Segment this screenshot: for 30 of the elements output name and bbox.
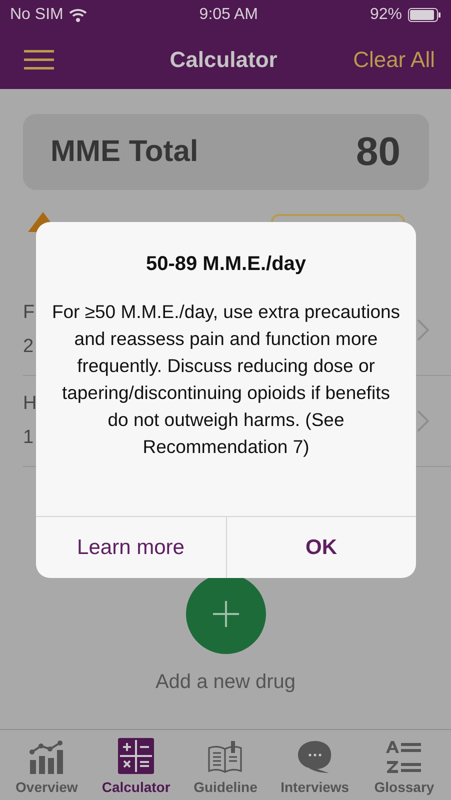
total-label: MME Total [50, 135, 198, 169]
battery-percent: 92% [370, 6, 402, 24]
dialog-title: 50-89 M.M.E./day [144, 253, 308, 276]
drug-name: H [23, 393, 37, 415]
clock-text: 9:05 AM [199, 6, 258, 24]
menu-icon[interactable] [24, 50, 54, 70]
total-value: 80 [356, 130, 400, 174]
tab[interactable]: Overview [2, 730, 91, 800]
carrier-text: No SIM [10, 6, 64, 24]
add-drug-label: Add a new drug [155, 671, 296, 694]
book-icon [207, 740, 244, 774]
chat-bubble-icon [296, 740, 333, 774]
battery-icon [408, 8, 441, 22]
tab[interactable]: Glossary [360, 730, 448, 800]
calculator-icon [118, 738, 154, 774]
plus-icon [212, 601, 238, 627]
chart-icon [28, 740, 65, 774]
dialog-message: For ≥50 M.M.E./day, use extra precautions and reassess pain and function more frequently. Discuss reducing dose or tapering/discontinuing opioids if benefits do not outweigh harms. (See Recommendation 7) [50, 300, 402, 459]
drug-dose: 1 [23, 427, 34, 449]
drug-dose: 2 [23, 336, 34, 358]
tab[interactable]: Interviews [270, 730, 359, 800]
tab[interactable]: Guideline [181, 730, 270, 800]
drug-name: F [23, 302, 35, 324]
glossary-icon [386, 740, 422, 774]
clear-all-button[interactable]: Clear All [353, 46, 435, 72]
ok-button[interactable]: OK [226, 517, 416, 578]
learn-more-button[interactable]: Learn more [36, 517, 226, 578]
screen-title: Calculator [170, 46, 278, 72]
tab[interactable]: Calculator [92, 730, 180, 800]
wifi-icon [69, 8, 88, 22]
